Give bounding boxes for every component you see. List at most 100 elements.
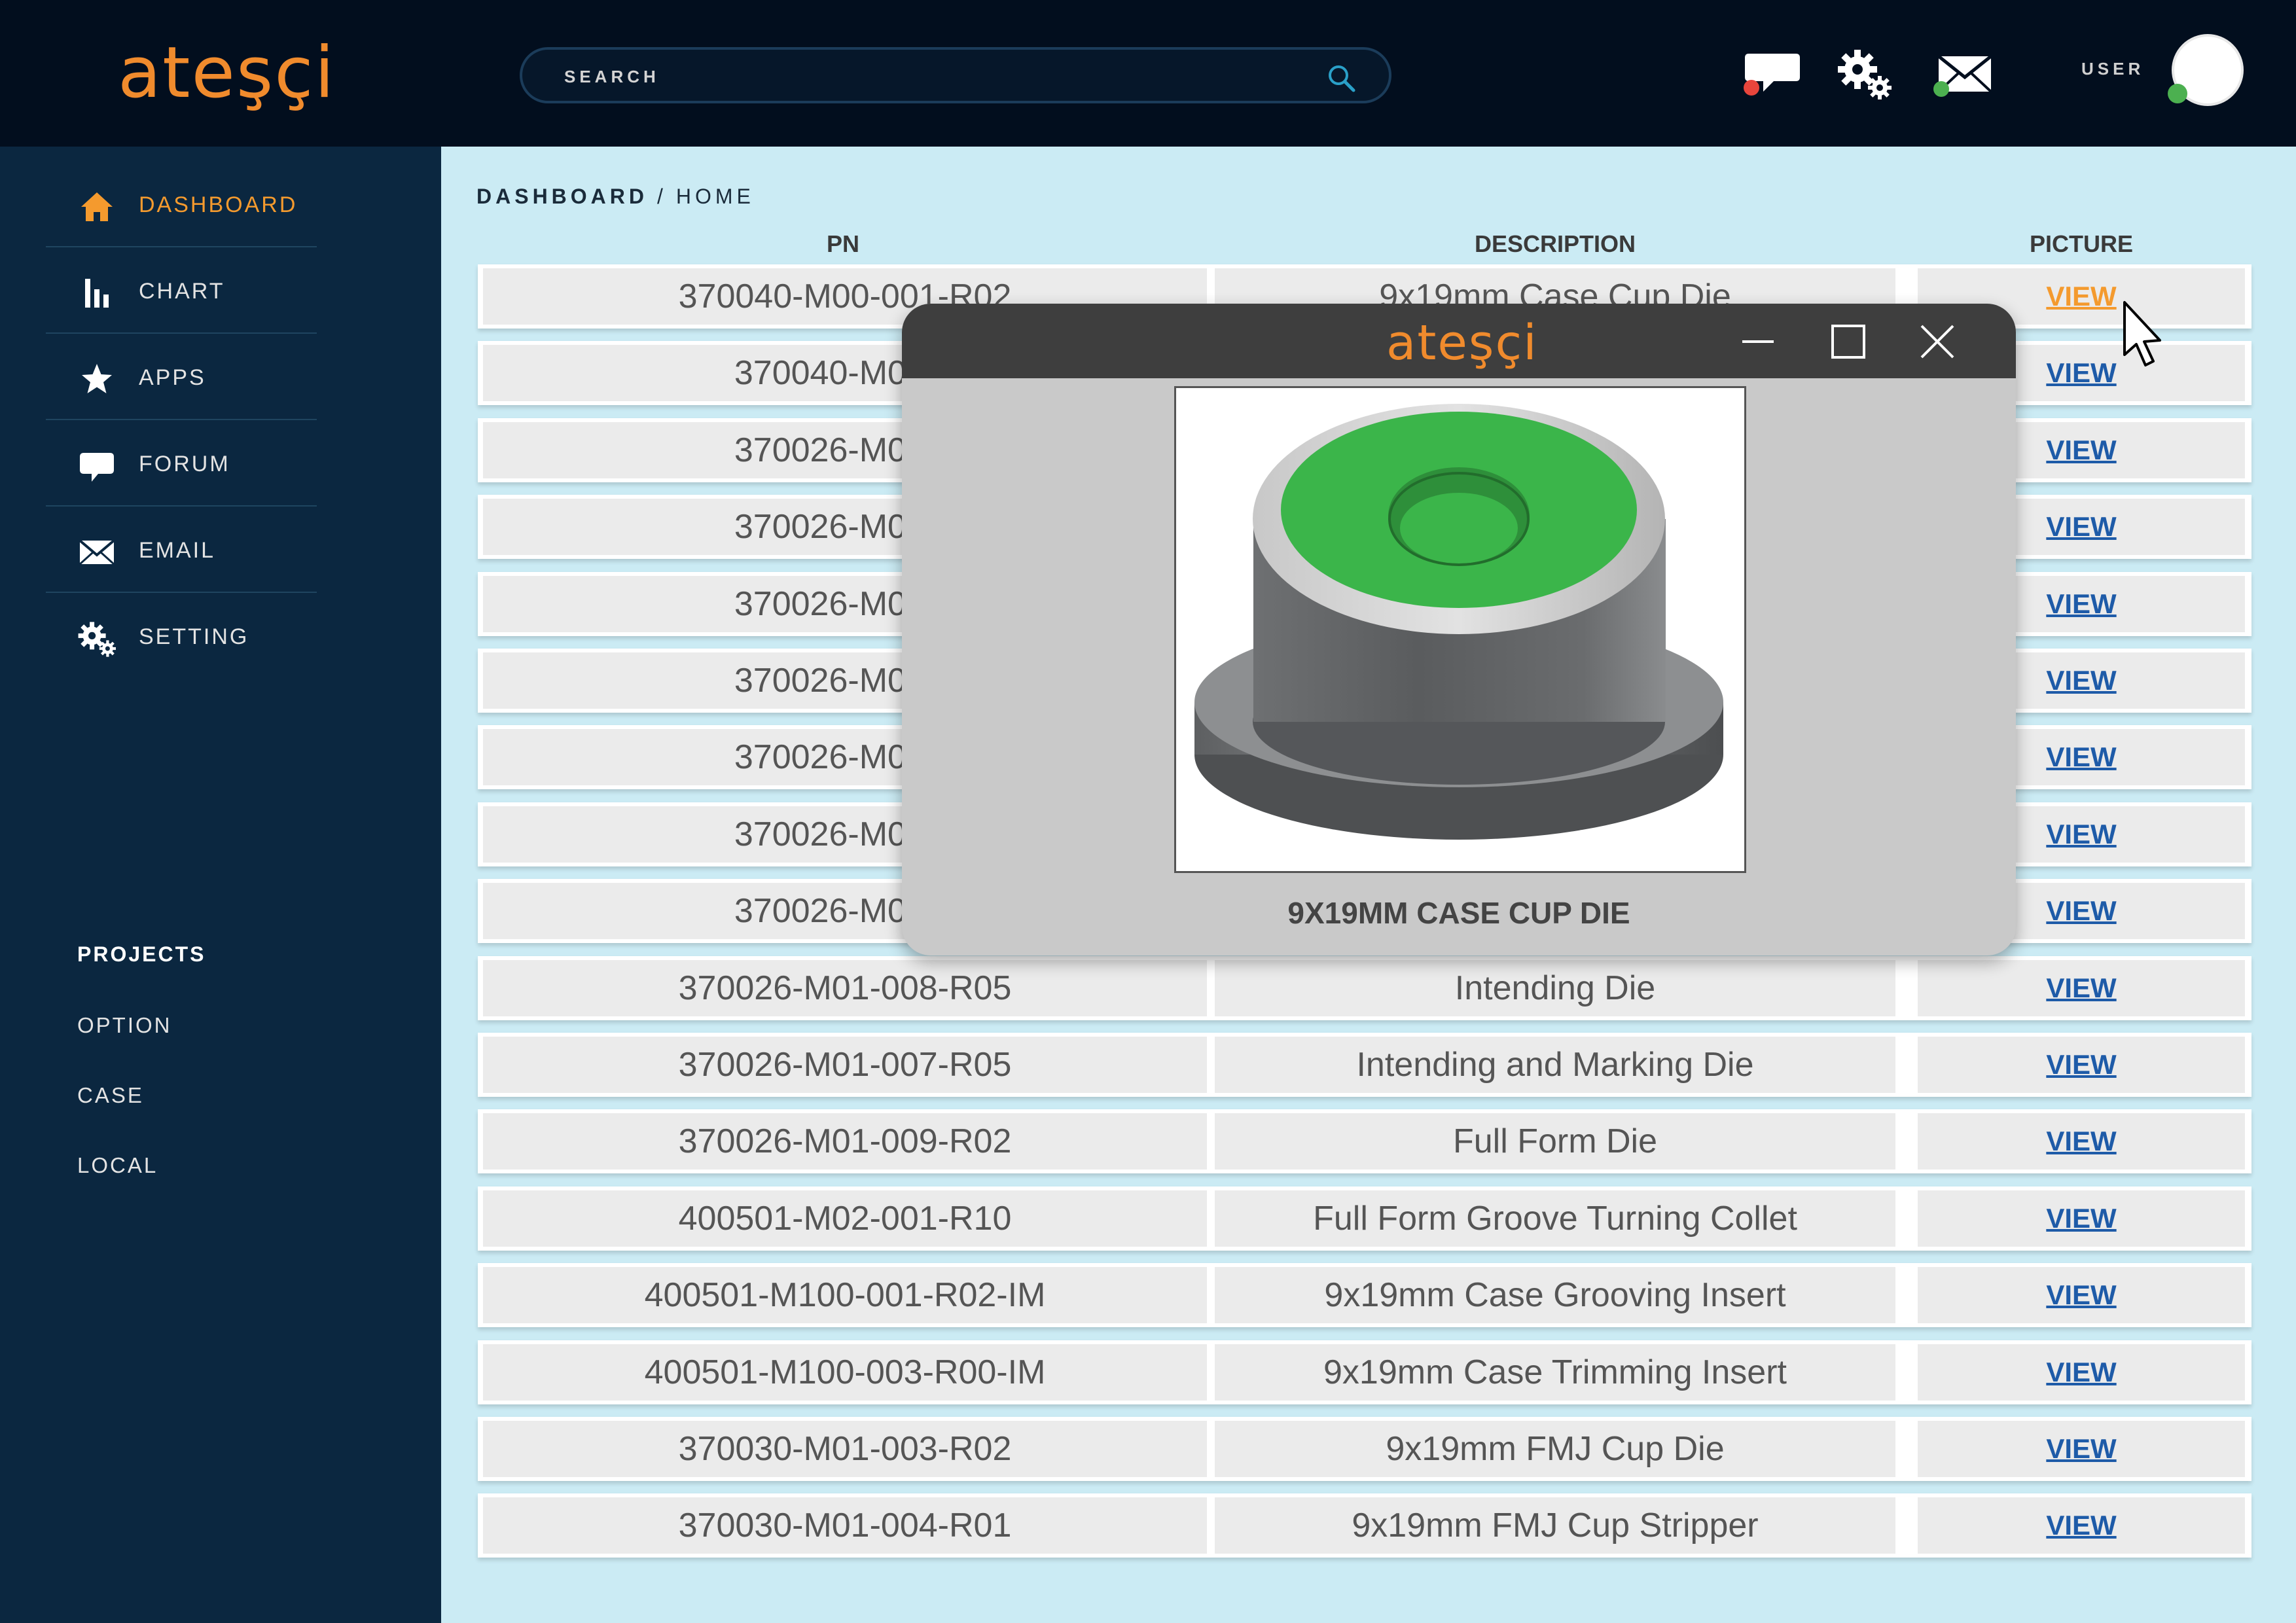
maximize-icon[interactable] — [1829, 322, 1868, 361]
view-link[interactable]: VIEW — [2046, 1203, 2116, 1234]
cell-divider — [1207, 1421, 1215, 1477]
pn-text: 370026-M01-009-R02 — [678, 1122, 1012, 1160]
sidebar-item-setting[interactable]: SETTING — [46, 593, 317, 679]
description-cell: Full Form Die — [1215, 1113, 1895, 1169]
description-cell: Intending and Marking Die — [1215, 1037, 1895, 1093]
window-titlebar[interactable]: ateşçi — [902, 304, 2016, 378]
pn-text: 370030-M01-004-R01 — [678, 1507, 1012, 1544]
pn-text: 370030-M01-003-R02 — [678, 1430, 1012, 1468]
pn-text: 370026-M01-008-R05 — [678, 969, 1012, 1007]
star-icon — [82, 364, 112, 393]
projects-heading: PROJECTS — [77, 942, 206, 966]
cell-divider — [1207, 960, 1215, 1016]
cell-divider — [1207, 1113, 1215, 1169]
breadcrumb-separator: / — [657, 185, 667, 208]
breadcrumb-page: HOME — [675, 185, 755, 208]
picture-cell: VIEW — [1918, 960, 2245, 1016]
picture-cell: VIEW — [1918, 1421, 2245, 1477]
description-cell: 9x19mm FMJ Cup Die — [1215, 1421, 1895, 1477]
mouse-cursor-icon — [2123, 301, 2161, 366]
picture-cell: VIEW — [1918, 1497, 2245, 1554]
sidebar-item-email[interactable]: EMAIL — [46, 507, 317, 593]
description-cell: Full Form Groove Turning Collet — [1215, 1190, 1895, 1247]
cell-divider — [1207, 1037, 1215, 1093]
sidebar-item-label: EMAIL — [139, 538, 216, 563]
project-item-local[interactable]: LOCAL — [77, 1153, 158, 1178]
table-row: 370030-M01-003-R02 9x19mm FMJ Cup Die VIEW — [478, 1417, 2251, 1481]
gears-icon[interactable] — [1833, 42, 1898, 107]
view-link[interactable]: VIEW — [2046, 588, 2116, 620]
view-link[interactable]: VIEW — [2046, 1433, 2116, 1465]
sidebar-item-apps[interactable]: APPS — [46, 334, 317, 420]
view-link[interactable]: VIEW — [2046, 972, 2116, 1004]
search-icon[interactable] — [1325, 62, 1357, 94]
project-item-option[interactable]: OPTION — [77, 1013, 172, 1038]
view-link[interactable]: VIEW — [2046, 357, 2116, 389]
image-caption: 9X19MM CASE CUP DIE — [1287, 896, 1630, 930]
sidebar: DASHBOARD CHART APPS FORUM EMAIL SETTING… — [0, 147, 441, 1623]
pn-text: 400501-M100-001-R02-IM — [644, 1276, 1046, 1314]
column-header-description: DESCRIPTION — [1474, 230, 1636, 257]
cell-divider — [1207, 1497, 1215, 1554]
table-row: 400501-M02-001-R10 Full Form Groove Turni… — [478, 1186, 2251, 1251]
description-cell: Intending Die — [1215, 960, 1895, 1016]
table-row: 370026-M01-007-R05 Intending and Marking … — [478, 1033, 2251, 1097]
column-header-pn: PN — [826, 230, 859, 257]
view-link[interactable]: VIEW — [2046, 665, 2116, 696]
window-logo: ateşçi — [1386, 315, 1538, 371]
search-box[interactable] — [520, 47, 1391, 103]
picture-cell: VIEW — [1918, 1037, 2245, 1093]
column-header-picture: PICTURE — [2029, 230, 2133, 257]
breadcrumb: DASHBOARD / HOME — [476, 185, 755, 209]
view-link[interactable]: VIEW — [2046, 741, 2116, 773]
sidebar-item-dashboard[interactable]: DASHBOARD — [46, 161, 317, 247]
minimize-icon[interactable] — [1738, 322, 1778, 361]
sidebar-item-label: DASHBOARD — [139, 192, 298, 217]
view-link[interactable]: VIEW — [2046, 1126, 2116, 1157]
table-row: 400501-M100-003-R00-IM 9x19mm Case Trimmi… — [478, 1340, 2251, 1404]
cell-divider — [1207, 1267, 1215, 1323]
top-bar: ateşçi USER — [0, 0, 2296, 147]
case-cup-die-render — [1194, 404, 1723, 840]
bar-chart-icon — [85, 279, 109, 308]
chat-bubble-icon[interactable] — [1740, 42, 1805, 107]
gears-icon — [78, 622, 116, 657]
view-link[interactable]: VIEW — [2046, 895, 2116, 927]
view-link[interactable]: VIEW — [2046, 511, 2116, 543]
table-row: 370030-M01-004-R01 9x19mm FMJ Cup Strippe… — [478, 1493, 2251, 1558]
sidebar-item-label: APPS — [139, 365, 206, 390]
table-row: 400501-M100-001-R02-IM 9x19mm Case Groovi… — [478, 1263, 2251, 1327]
sidebar-item-label: SETTING — [139, 624, 249, 649]
image-viewer-window[interactable]: ateşçi 9X19MM CASE CUP DIE — [902, 304, 2016, 955]
cell-divider — [1207, 1344, 1215, 1400]
view-link[interactable]: VIEW — [2046, 281, 2116, 312]
pn-text: 370026-M01-007-R05 — [678, 1046, 1012, 1084]
brand-logo[interactable]: ateşçi — [118, 34, 336, 113]
chat-bubble-icon — [80, 453, 114, 482]
sidebar-item-chart[interactable]: CHART — [46, 247, 317, 334]
close-icon[interactable] — [1918, 322, 1957, 361]
breadcrumb-section[interactable]: DASHBOARD — [476, 185, 648, 208]
project-item-case[interactable]: CASE — [77, 1083, 144, 1108]
view-link[interactable]: VIEW — [2046, 435, 2116, 466]
online-status-dot — [2168, 84, 2187, 103]
description-cell: 9x19mm Case Grooving Insert — [1215, 1267, 1895, 1323]
search-input[interactable] — [564, 64, 1284, 89]
description-cell: 9x19mm FMJ Cup Stripper — [1215, 1497, 1895, 1554]
sidebar-item-label: FORUM — [139, 452, 230, 476]
description-cell: 9x19mm Case Trimming Insert — [1215, 1344, 1895, 1400]
sidebar-item-label: CHART — [139, 279, 225, 304]
table-row: 370026-M01-008-R05 Intending Die VIEW — [478, 956, 2251, 1020]
view-link[interactable]: VIEW — [2046, 1510, 2116, 1541]
picture-cell: VIEW — [1918, 1190, 2245, 1247]
view-link[interactable]: VIEW — [2046, 1049, 2116, 1080]
view-link[interactable]: VIEW — [2046, 1357, 2116, 1388]
view-link[interactable]: VIEW — [2046, 1279, 2116, 1311]
mail-icon[interactable] — [1931, 42, 1996, 107]
cell-divider — [1207, 1190, 1215, 1247]
view-link[interactable]: VIEW — [2046, 819, 2116, 850]
table-row: 370026-M01-009-R02 Full Form Die VIEW — [478, 1109, 2251, 1173]
user-label[interactable]: USER — [2081, 59, 2144, 79]
sidebar-item-forum[interactable]: FORUM — [46, 420, 317, 507]
pn-text: 400501-M02-001-R10 — [678, 1200, 1012, 1238]
